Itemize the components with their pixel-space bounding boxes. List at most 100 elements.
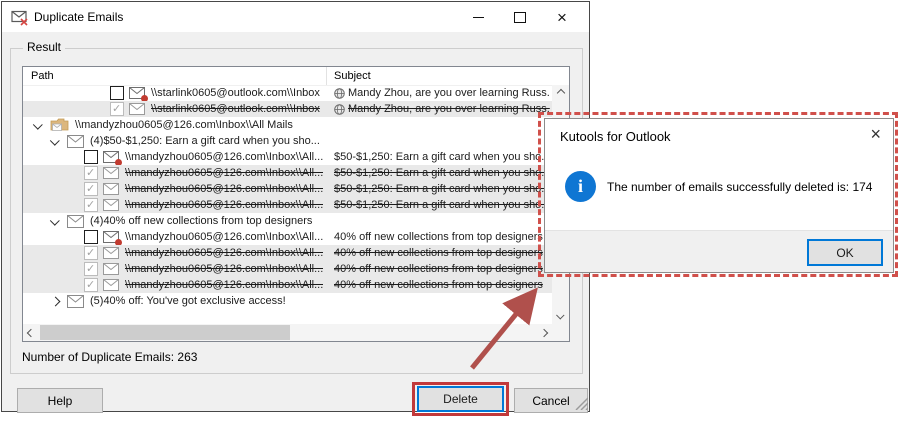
- item-path: \\starlink0605@outlook.com\\Inbox: [151, 87, 320, 99]
- ok-button[interactable]: OK: [807, 239, 883, 266]
- kutools-message-box: Kutools for Outlook × i The number of em…: [544, 118, 894, 273]
- close-icon: ×: [557, 9, 567, 26]
- list-item[interactable]: \\starlink0605@outlook.com\\Inbox Mandy …: [23, 101, 552, 117]
- item-path: \\mandyzhou0605@126.com\Inbox\\All...: [125, 151, 323, 163]
- maximize-button[interactable]: [499, 2, 541, 32]
- mail-icon: [67, 135, 84, 148]
- column-header-path[interactable]: Path: [31, 70, 54, 82]
- item-subject: 40% off new collections from top designe…: [334, 247, 543, 259]
- mail-unread-icon: [103, 151, 119, 163]
- item-subject: 40% off new collections from top designe…: [334, 231, 543, 243]
- item-path: \\starlink0605@outlook.com\\Inbox: [151, 103, 320, 115]
- msgbox-close-icon[interactable]: ×: [870, 125, 881, 143]
- info-icon: i: [565, 171, 596, 202]
- checkbox-checked[interactable]: [84, 198, 98, 212]
- mail-icon: [103, 199, 119, 211]
- item-subject: $50-$1,250: Earn a gift card when you sh…: [334, 199, 550, 211]
- window-title: Duplicate Emails: [34, 10, 123, 24]
- checkbox-unchecked[interactable]: [110, 86, 124, 100]
- help-button[interactable]: Help: [17, 388, 103, 413]
- titlebar: Duplicate Emails ×: [2, 2, 589, 32]
- folder-row[interactable]: \\mandyzhou0605@126.com\Inbox\\All Mails: [23, 117, 552, 133]
- list-item[interactable]: \\mandyzhou0605@126.com\Inbox\\All... 40…: [23, 229, 552, 245]
- resize-grip-icon[interactable]: [575, 397, 588, 410]
- checkbox-unchecked[interactable]: [84, 150, 98, 164]
- list-item[interactable]: \\mandyzhou0605@126.com\Inbox\\All... $5…: [23, 165, 552, 181]
- msgbox-message: The number of emails successfully delete…: [607, 180, 872, 194]
- item-subject: 40% off new collections from top designe…: [334, 263, 543, 275]
- minimize-button[interactable]: [457, 2, 499, 32]
- chevron-down-icon: [556, 311, 564, 319]
- list-item[interactable]: \\mandyzhou0605@126.com\Inbox\\All... 40…: [23, 277, 552, 293]
- mail-icon: [103, 247, 119, 259]
- chevron-down-icon[interactable]: [50, 215, 60, 225]
- scroll-up-button[interactable]: [552, 85, 569, 101]
- group-title: (4)$50-$1,250: Earn a gift card when you…: [90, 135, 320, 147]
- item-subject: Mandy Zhou, are you over learning Russ.: [348, 103, 550, 115]
- group-title: (5)40% off: You've got exclusive access!: [90, 295, 286, 307]
- chevron-right-icon: [540, 328, 548, 336]
- mail-icon: [67, 295, 84, 308]
- chevron-down-icon[interactable]: [50, 135, 60, 145]
- chevron-up-icon: [556, 89, 564, 97]
- group-row[interactable]: (4)40% off new collections from top desi…: [23, 213, 552, 229]
- globe-icon: [334, 88, 345, 99]
- item-subject: 40% off new collections from top designe…: [334, 279, 543, 291]
- list-item[interactable]: \\mandyzhou0605@126.com\Inbox\\All... $5…: [23, 149, 552, 165]
- item-path: \\mandyzhou0605@126.com\Inbox\\All...: [125, 183, 323, 195]
- item-path: \\mandyzhou0605@126.com\Inbox\\All...: [125, 279, 323, 291]
- status-text: Number of Duplicate Emails: 263: [22, 350, 197, 364]
- checkbox-checked[interactable]: [84, 182, 98, 196]
- mail-icon: [129, 103, 145, 115]
- chevron-right-icon[interactable]: [51, 296, 61, 306]
- msgbox-title: Kutools for Outlook: [560, 129, 671, 144]
- mail-icon: [103, 183, 119, 195]
- column-header-subject[interactable]: Subject: [334, 70, 371, 82]
- checkbox-checked[interactable]: [84, 262, 98, 276]
- horizontal-scrollbar[interactable]: [23, 324, 552, 341]
- list-item[interactable]: \\mandyzhou0605@126.com\Inbox\\All... 40…: [23, 261, 552, 277]
- column-divider[interactable]: [326, 67, 327, 85]
- msgbox-footer: OK: [545, 230, 893, 272]
- mail-unread-icon: [129, 87, 145, 99]
- group-row[interactable]: (4)$50-$1,250: Earn a gift card when you…: [23, 133, 552, 149]
- list-item[interactable]: \\mandyzhou0605@126.com\Inbox\\All... 40…: [23, 245, 552, 261]
- mail-icon: [103, 263, 119, 275]
- delete-button-highlight: Delete: [412, 382, 509, 416]
- item-subject: Mandy Zhou, are you over learning Russ.: [348, 87, 550, 99]
- duplicate-email-list[interactable]: Path Subject \\starlink0605@outlook.com\…: [22, 66, 570, 342]
- list-item[interactable]: \\mandyzhou0605@126.com\Inbox\\All... $5…: [23, 197, 552, 213]
- duplicate-emails-dialog: Duplicate Emails × Result Path Subject \…: [1, 1, 590, 412]
- scrollbar-corner: [552, 324, 569, 341]
- chevron-down-icon[interactable]: [33, 119, 43, 129]
- checkbox-checked[interactable]: [84, 166, 98, 180]
- checkbox-unchecked[interactable]: [84, 230, 98, 244]
- mail-icon: [103, 167, 119, 179]
- group-row-collapsed[interactable]: (5)40% off: You've got exclusive access!: [23, 293, 552, 309]
- chevron-left-icon: [27, 328, 35, 336]
- delete-button[interactable]: Delete: [417, 386, 504, 412]
- item-subject: $50-$1,250: Earn a gift card when you sh…: [334, 167, 550, 179]
- scroll-right-button[interactable]: [536, 324, 552, 341]
- item-path: \\mandyzhou0605@126.com\Inbox\\All...: [125, 247, 323, 259]
- checkbox-checked[interactable]: [84, 278, 98, 292]
- checkbox-checked[interactable]: [84, 246, 98, 260]
- list-item[interactable]: \\mandyzhou0605@126.com\Inbox\\All... $5…: [23, 181, 552, 197]
- group-title: (4)40% off new collections from top desi…: [90, 215, 312, 227]
- globe-icon: [334, 104, 345, 115]
- item-subject: $50-$1,250: Earn a gift card when you sh…: [334, 151, 550, 163]
- scroll-left-button[interactable]: [23, 324, 39, 341]
- mail-icon: [103, 279, 119, 291]
- mail-icon: [67, 215, 84, 228]
- item-path: \\mandyzhou0605@126.com\Inbox\\All...: [125, 263, 323, 275]
- scroll-down-button[interactable]: [552, 308, 569, 324]
- list-item[interactable]: \\starlink0605@outlook.com\\Inbox Mandy …: [23, 85, 552, 101]
- item-path: \\mandyzhou0605@126.com\Inbox\\All...: [125, 199, 323, 211]
- folder-mail-icon: [50, 118, 69, 132]
- checkbox-checked[interactable]: [110, 102, 124, 116]
- msgbox-highlight: Kutools for Outlook × i The number of em…: [538, 112, 898, 277]
- close-button[interactable]: ×: [541, 2, 583, 32]
- result-label: Result: [23, 40, 65, 54]
- scrollbar-thumb[interactable]: [40, 325, 290, 340]
- item-path: \\mandyzhou0605@126.com\Inbox\\All...: [125, 167, 323, 179]
